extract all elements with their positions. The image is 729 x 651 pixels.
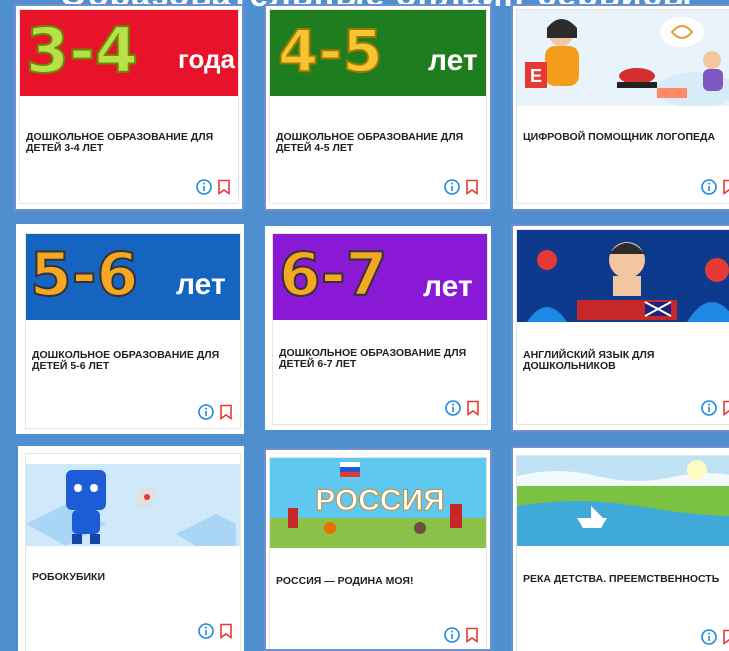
- info-icon[interactable]: [701, 179, 717, 195]
- banner-number: 4-5: [277, 16, 384, 86]
- course-card-english[interactable]: АНГЛИЙСКИЙ ЯЗЫК ДЛЯ ДОШКОЛЬНИКОВ: [511, 224, 729, 432]
- bookmark-icon[interactable]: [218, 404, 234, 420]
- banner-number: 6-7: [278, 239, 388, 311]
- card-title: РОБОКУБИКИ: [32, 571, 105, 583]
- card-title: АНГЛИЙСКИЙ ЯЗЫК ДЛЯ ДОШКОЛЬНИКОВ: [523, 349, 655, 372]
- banner-word: лет: [176, 268, 226, 301]
- info-icon[interactable]: [196, 179, 212, 195]
- robocubes-illustration: [26, 470, 236, 546]
- course-card-3-4[interactable]: 3-4 года ДОШКОЛЬНОЕ ОБРАЗОВАНИЕ ДЛЯ ДЕТЕ…: [14, 4, 244, 211]
- banner-word: лет: [428, 44, 478, 77]
- card-title: ЦИФРОВОЙ ПОМОЩНИК ЛОГОПЕДА: [523, 131, 716, 143]
- speech-therapy-illustration: E: [525, 17, 729, 106]
- bookmark-icon[interactable]: [464, 179, 480, 195]
- banner-russia-word: РОССИЯ: [315, 484, 444, 517]
- bookmark-icon[interactable]: [465, 400, 481, 416]
- bookmark-icon[interactable]: [216, 179, 232, 195]
- card-title: ДОШКОЛЬНОЕ ОБРАЗОВАНИЕ ДЛЯ ДЕТЕЙ 6-7 ЛЕТ: [279, 347, 467, 370]
- banner-word: лет: [423, 270, 473, 303]
- info-icon[interactable]: [701, 400, 717, 416]
- course-card-speech-therapist[interactable]: E ЦИФРОВОЙ ПОМОЩНИК ЛОГОПЕДА: [511, 4, 729, 211]
- banner-5-6: 5-6 лет: [26, 234, 240, 320]
- card-title: ДОШКОЛЬНОЕ ОБРАЗОВАНИЕ ДЛЯ ДЕТЕЙ 5-6 ЛЕТ: [32, 349, 220, 372]
- banner-6-7: 6-7 лет: [273, 234, 487, 320]
- bookmark-icon[interactable]: [721, 400, 729, 416]
- banner-number: 5-6: [29, 239, 139, 311]
- english-illustration: [527, 242, 729, 322]
- info-icon[interactable]: [198, 404, 214, 420]
- card-title: РЕКА ДЕТСТВА. ПРЕЕМСТВЕННОСТЬ: [523, 573, 720, 585]
- bookmark-icon[interactable]: [464, 627, 480, 643]
- banner-speech: E: [517, 10, 729, 106]
- river-illustration: [517, 460, 729, 546]
- banner-number: 3-4: [25, 13, 139, 88]
- course-card-5-6[interactable]: 5-6 лет ДОШКОЛЬНОЕ ОБРАЗОВАНИЕ ДЛЯ ДЕТЕЙ…: [16, 224, 244, 434]
- course-card-6-7[interactable]: 6-7 лет ДОШКОЛЬНОЕ ОБРАЗОВАНИЕ ДЛЯ ДЕТЕЙ…: [265, 226, 491, 430]
- info-icon[interactable]: [701, 629, 717, 645]
- russia-illustration: РОССИЯ: [270, 462, 486, 548]
- info-icon[interactable]: [444, 627, 460, 643]
- course-card-4-5[interactable]: 4-5 лет ДОШКОЛЬНОЕ ОБРАЗОВАНИЕ ДЛЯ ДЕТЕЙ…: [264, 4, 492, 211]
- banner-robocubes: [26, 464, 240, 546]
- bookmark-icon[interactable]: [721, 179, 729, 195]
- banner-english: [517, 230, 729, 322]
- banner-4-5: 4-5 лет: [270, 10, 486, 96]
- course-card-robocubes[interactable]: РОБОКУБИКИ: [18, 446, 244, 651]
- info-icon[interactable]: [444, 179, 460, 195]
- banner-river: [517, 456, 729, 546]
- info-icon[interactable]: [198, 623, 214, 639]
- course-card-river[interactable]: РЕКА ДЕТСТВА. ПРЕЕМСТВЕННОСТЬ: [511, 446, 729, 651]
- bookmark-icon[interactable]: [218, 623, 234, 639]
- banner-word: года: [178, 44, 235, 74]
- card-title: ДОШКОЛЬНОЕ ОБРАЗОВАНИЕ ДЛЯ ДЕТЕЙ 4-5 ЛЕТ: [276, 131, 464, 154]
- banner-russia: РОССИЯ: [270, 458, 486, 548]
- card-title: РОССИЯ — РОДИНА МОЯ!: [276, 575, 414, 587]
- card-title: ДОШКОЛЬНОЕ ОБРАЗОВАНИЕ ДЛЯ ДЕТЕЙ 3-4 ЛЕТ: [26, 131, 214, 154]
- info-icon[interactable]: [445, 400, 461, 416]
- bookmark-icon[interactable]: [721, 629, 729, 645]
- banner-3-4: 3-4 года: [20, 10, 238, 96]
- course-card-russia[interactable]: РОССИЯ РОССИЯ — РОДИНА МОЯ!: [264, 448, 492, 651]
- svg-text:E: E: [530, 66, 542, 86]
